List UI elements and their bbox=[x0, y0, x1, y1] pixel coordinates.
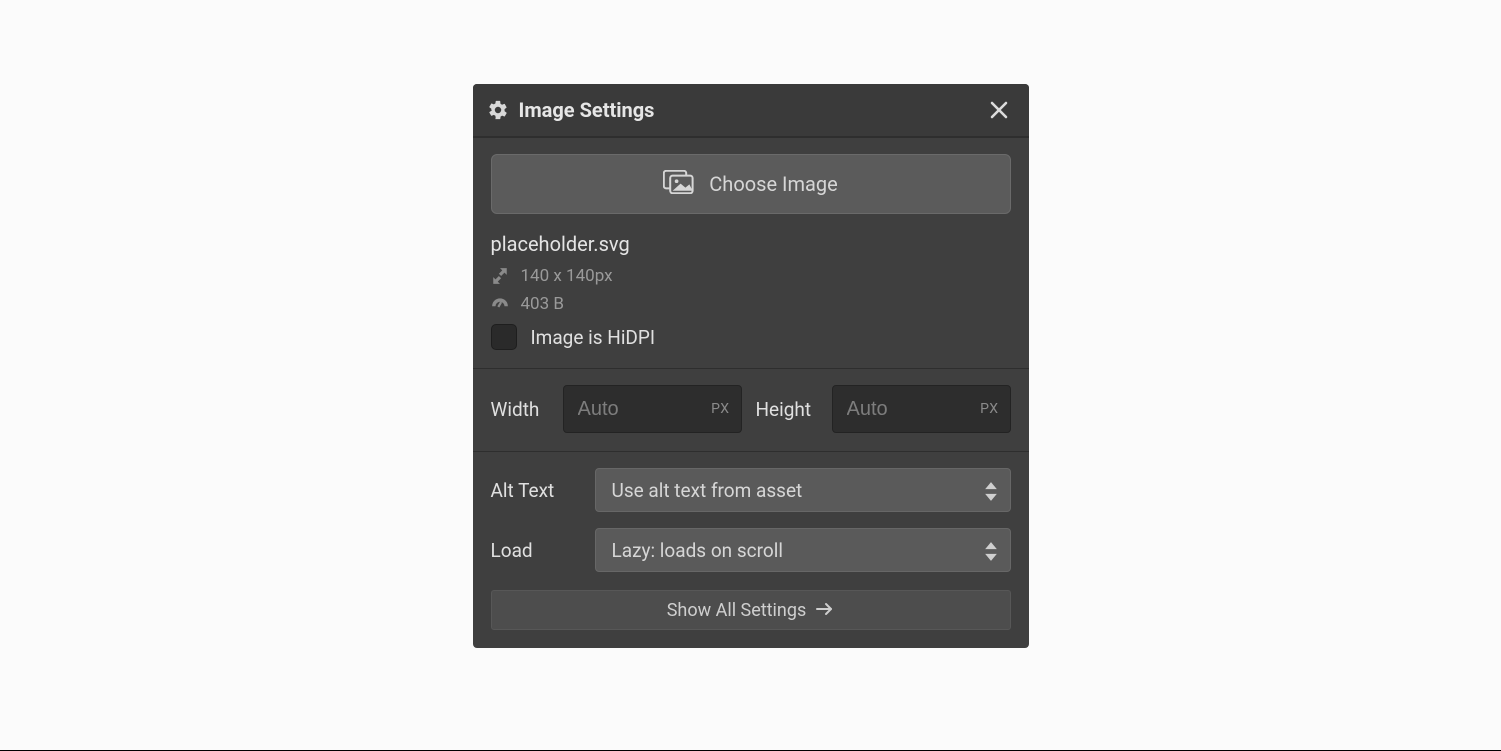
options-section: Alt Text Use alt text from asset Load La… bbox=[473, 451, 1029, 590]
file-size-row: 403 B bbox=[491, 294, 1011, 314]
load-value: Lazy: loads on scroll bbox=[612, 539, 783, 562]
choose-image-section: Choose Image placeholder.svg 140 x 140px… bbox=[473, 137, 1029, 368]
image-icon bbox=[663, 170, 695, 199]
panel-title: Image Settings bbox=[519, 98, 987, 122]
height-unit: PX bbox=[980, 401, 998, 417]
gear-icon bbox=[487, 99, 509, 121]
alt-text-value: Use alt text from asset bbox=[612, 479, 803, 502]
show-all-settings-button[interactable]: Show All Settings bbox=[491, 590, 1011, 630]
alt-text-label: Alt Text bbox=[491, 479, 581, 502]
hidpi-row: Image is HiDPI bbox=[491, 324, 1011, 350]
dimensions-icon bbox=[491, 267, 509, 285]
alt-text-select[interactable]: Use alt text from asset bbox=[595, 468, 1011, 512]
width-unit: PX bbox=[711, 401, 729, 417]
arrow-right-icon bbox=[816, 600, 834, 621]
updown-icon bbox=[984, 481, 998, 499]
dimensions-section: Width PX Height PX bbox=[473, 368, 1029, 451]
file-info: placeholder.svg 140 x 140px 403 B Image … bbox=[491, 232, 1011, 350]
load-select[interactable]: Lazy: loads on scroll bbox=[595, 528, 1011, 572]
choose-image-label: Choose Image bbox=[709, 172, 837, 196]
filesize-icon bbox=[491, 295, 509, 313]
choose-image-button[interactable]: Choose Image bbox=[491, 154, 1011, 214]
file-size: 403 B bbox=[521, 294, 564, 314]
footer-section: Show All Settings bbox=[473, 590, 1029, 648]
file-name: placeholder.svg bbox=[491, 232, 1011, 256]
hidpi-checkbox[interactable] bbox=[491, 324, 517, 350]
load-label: Load bbox=[491, 539, 581, 562]
close-button[interactable] bbox=[987, 98, 1011, 122]
panel-header: Image Settings bbox=[473, 84, 1029, 137]
hidpi-label: Image is HiDPI bbox=[531, 326, 656, 349]
show-all-label: Show All Settings bbox=[667, 600, 807, 621]
height-label: Height bbox=[756, 398, 818, 421]
file-dimensions-row: 140 x 140px bbox=[491, 266, 1011, 286]
image-settings-panel: Image Settings Choose Image placeholder.… bbox=[473, 84, 1029, 648]
updown-icon bbox=[984, 541, 998, 559]
file-dimensions: 140 x 140px bbox=[521, 266, 613, 286]
width-label: Width bbox=[491, 398, 549, 421]
